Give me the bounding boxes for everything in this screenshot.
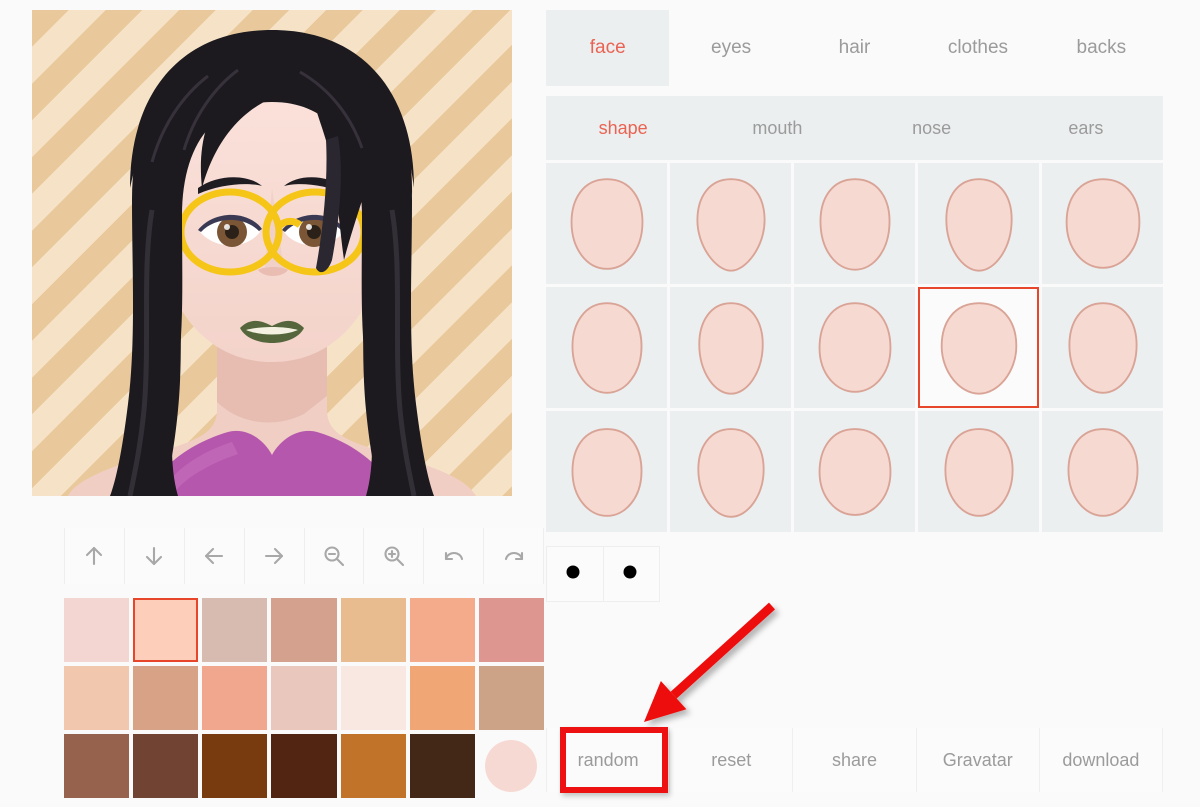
skin-color-palette bbox=[64, 598, 544, 798]
undo-button[interactable] bbox=[424, 528, 485, 584]
face-shape-option[interactable] bbox=[794, 287, 915, 408]
face-shape-icon bbox=[940, 301, 1017, 395]
grid-zoom-controls bbox=[546, 546, 716, 602]
avatar-editor-app: face eyes hair clothes backs shape mouth nose e… bbox=[0, 0, 1200, 807]
zoom-out-icon bbox=[566, 565, 584, 583]
avatar-canvas[interactable] bbox=[32, 10, 512, 496]
face-shape-icon bbox=[943, 427, 1014, 517]
face-shape-option[interactable] bbox=[918, 411, 1039, 532]
arrow-down-button[interactable] bbox=[124, 528, 185, 584]
arrow-right-icon bbox=[265, 547, 284, 565]
face-shape-icon bbox=[571, 427, 642, 517]
face-shape-option[interactable] bbox=[794, 411, 915, 532]
zoom-out-button[interactable] bbox=[304, 528, 365, 584]
main-tab-bar: face eyes hair clothes backs bbox=[546, 10, 1164, 86]
face-shape-icon bbox=[1067, 301, 1138, 394]
color-swatch[interactable] bbox=[409, 734, 475, 798]
face-shape-icon bbox=[944, 177, 1013, 272]
color-swatch[interactable] bbox=[271, 734, 337, 798]
color-swatch[interactable] bbox=[271, 666, 337, 730]
color-swatch[interactable] bbox=[133, 734, 199, 798]
zoom-in-icon bbox=[384, 546, 404, 567]
color-swatch[interactable] bbox=[64, 734, 130, 798]
face-shape-grid bbox=[546, 163, 1163, 532]
face-shape-icon bbox=[818, 427, 891, 516]
zoom-out-icon bbox=[324, 546, 344, 567]
face-shape-option[interactable] bbox=[1042, 411, 1163, 532]
face-shape-option[interactable] bbox=[546, 163, 667, 284]
sub-tab-bar: shape mouth nose ears bbox=[546, 96, 1163, 160]
selected-color-circle bbox=[485, 740, 538, 792]
face-shape-option[interactable] bbox=[918, 287, 1039, 408]
face-shape-option[interactable] bbox=[1042, 163, 1163, 284]
arrow-left-icon bbox=[205, 547, 224, 565]
grid-zoom-in-button[interactable] bbox=[603, 546, 660, 602]
action-button-bar: random reset share Gravatar download bbox=[546, 728, 1164, 792]
color-swatch[interactable] bbox=[340, 734, 406, 798]
color-swatch[interactable] bbox=[202, 666, 268, 730]
tab-hair[interactable]: hair bbox=[792, 10, 917, 86]
face-shape-icon bbox=[819, 177, 890, 271]
color-swatch[interactable] bbox=[478, 666, 544, 730]
arrow-right-button[interactable] bbox=[244, 528, 305, 584]
face-shape-option[interactable] bbox=[918, 163, 1039, 284]
face-shape-icon bbox=[697, 301, 764, 395]
color-swatch[interactable] bbox=[478, 598, 544, 662]
face-shape-option[interactable] bbox=[1042, 287, 1163, 408]
redo-button[interactable] bbox=[484, 528, 544, 584]
face-shape-icon bbox=[818, 301, 891, 393]
subtab-nose[interactable]: nose bbox=[855, 96, 1009, 160]
arrow-up-button[interactable] bbox=[64, 528, 125, 584]
subtab-mouth[interactable]: mouth bbox=[700, 96, 854, 160]
face-shape-option[interactable] bbox=[670, 411, 791, 532]
face-shape-option[interactable] bbox=[670, 163, 791, 284]
face-shape-option[interactable] bbox=[546, 287, 667, 408]
face-shape-icon bbox=[571, 301, 642, 394]
undo-icon bbox=[444, 551, 463, 561]
face-shape-option[interactable] bbox=[794, 163, 915, 284]
face-shape-option[interactable] bbox=[670, 287, 791, 408]
face-shape-icon bbox=[695, 177, 766, 272]
random-button[interactable]: random bbox=[546, 728, 671, 792]
tab-face[interactable]: face bbox=[546, 10, 670, 86]
tab-eyes[interactable]: eyes bbox=[669, 10, 793, 86]
color-swatch[interactable] bbox=[64, 598, 130, 662]
zoom-in-button[interactable] bbox=[364, 528, 425, 584]
reset-button[interactable]: reset bbox=[670, 728, 794, 792]
face-shape-option[interactable] bbox=[546, 411, 667, 532]
face-shape-icon bbox=[696, 427, 765, 518]
avatar-transform-toolbar bbox=[64, 528, 544, 584]
zoom-in-icon bbox=[623, 565, 641, 583]
grid-zoom-out-button[interactable] bbox=[546, 546, 603, 602]
avatar-preview-pane bbox=[32, 10, 544, 798]
selected-color-preview bbox=[478, 734, 544, 798]
options-panel: face eyes hair clothes backs shape mouth nose e… bbox=[546, 10, 1170, 602]
tab-clothes[interactable]: clothes bbox=[916, 10, 1040, 86]
color-swatch[interactable] bbox=[202, 734, 268, 798]
color-swatch[interactable] bbox=[409, 598, 475, 662]
color-swatch[interactable] bbox=[64, 666, 130, 730]
color-swatch[interactable] bbox=[340, 666, 406, 730]
arrow-up-icon bbox=[86, 546, 103, 566]
face-shape-icon bbox=[1065, 177, 1140, 269]
subtab-ears[interactable]: ears bbox=[1009, 96, 1163, 160]
color-swatch[interactable] bbox=[133, 598, 199, 662]
gravatar-button[interactable]: Gravatar bbox=[916, 728, 1040, 792]
tab-backs[interactable]: backs bbox=[1039, 10, 1164, 86]
face-shape-icon bbox=[570, 177, 643, 270]
arrow-down-icon bbox=[146, 546, 163, 566]
avatar-illustration bbox=[68, 30, 476, 496]
face-shape-icon bbox=[1067, 427, 1138, 517]
color-swatch[interactable] bbox=[271, 598, 337, 662]
color-swatch[interactable] bbox=[133, 666, 199, 730]
color-swatch[interactable] bbox=[202, 598, 268, 662]
redo-icon bbox=[504, 551, 523, 561]
download-button[interactable]: download bbox=[1039, 728, 1164, 792]
share-button[interactable]: share bbox=[793, 728, 917, 792]
subtab-shape[interactable]: shape bbox=[546, 96, 700, 160]
color-swatch[interactable] bbox=[409, 666, 475, 730]
arrow-left-button[interactable] bbox=[184, 528, 245, 584]
color-swatch[interactable] bbox=[340, 598, 406, 662]
